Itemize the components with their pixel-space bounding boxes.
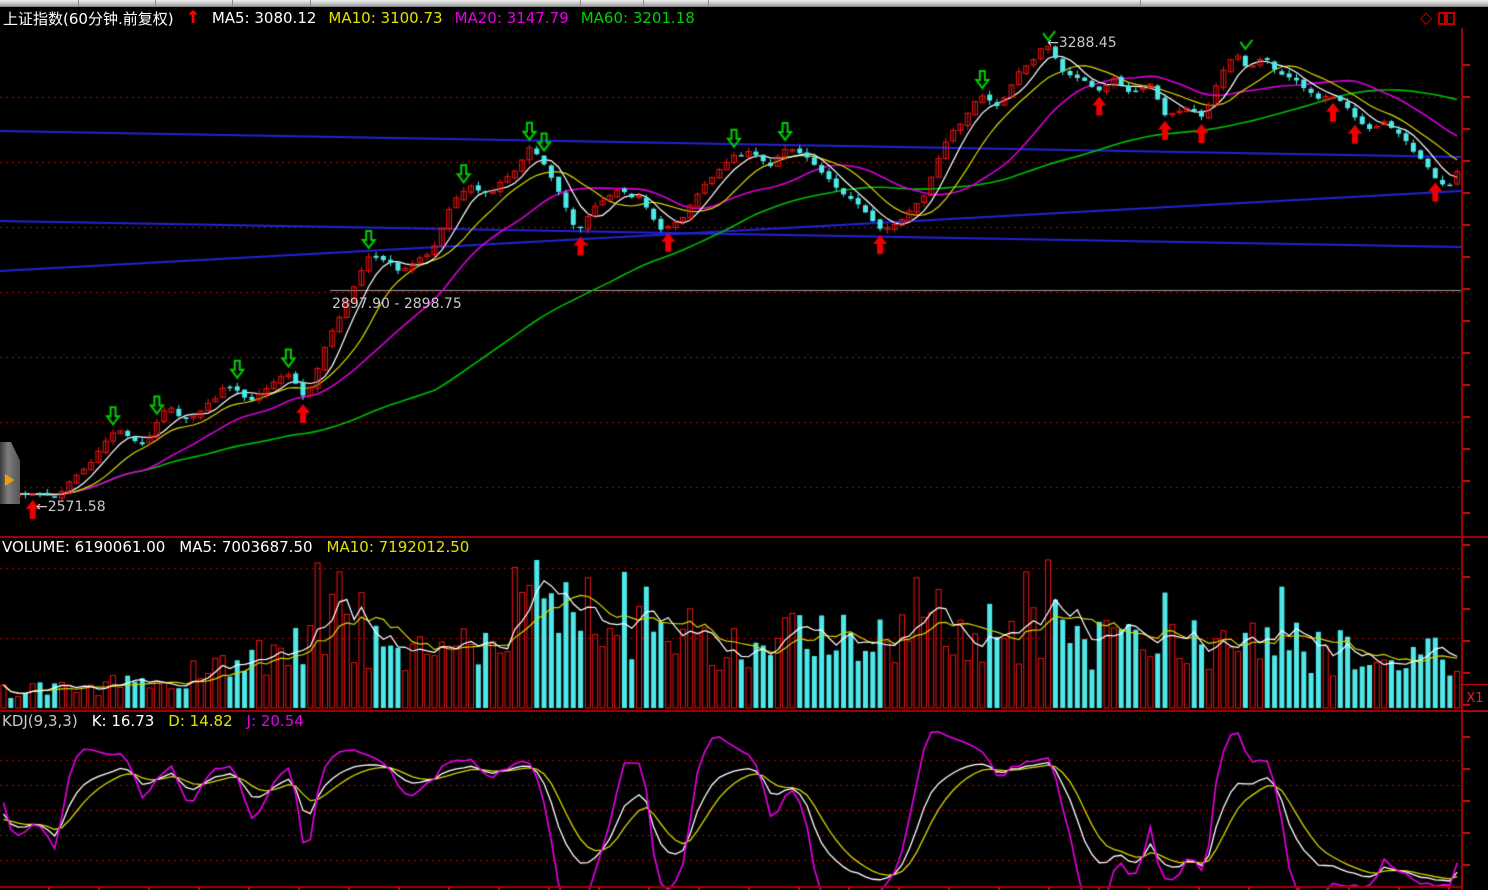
ma5-readout: MA5: 3080.12 (212, 9, 317, 27)
strip-divider (232, 0, 233, 7)
kdj-d-readout: D: 14.82 (168, 712, 232, 730)
strip-divider (78, 0, 79, 7)
strip-divider (708, 0, 709, 7)
strip-divider (155, 0, 156, 7)
buy-signal-arrow-icon: ↑ (186, 11, 200, 25)
strip-divider (1140, 0, 1141, 7)
kdj-chart-canvas[interactable] (0, 712, 1461, 890)
volume-readout: VOLUME: 6190061.00 (2, 538, 165, 556)
kdj-j-readout: J: 20.54 (247, 712, 304, 730)
kdj-k-readout: K: 16.73 (92, 712, 155, 730)
high-price-label: ←3288.45 (1047, 35, 1117, 51)
window-controls: ◇ (1420, 8, 1455, 28)
instrument-title: 上证指数(60分钟.前复权) (3, 8, 174, 29)
main-price-chart-canvas[interactable] (0, 28, 1461, 536)
split-view-icon[interactable] (1438, 11, 1455, 26)
volume-pane-header: VOLUME: 6190061.00 MA5: 7003687.50 MA10:… (2, 538, 469, 556)
strip-divider (580, 0, 581, 7)
volume-scale-badge[interactable]: X1 (1461, 684, 1488, 712)
toolbar-bottom-strip (0, 0, 1488, 7)
diamond-icon[interactable]: ◇ (1420, 10, 1432, 26)
ma20-readout: MA20: 3147.79 (455, 9, 569, 27)
chart-title-bar: 上证指数(60分钟.前复权) ↑ MA5: 3080.12 MA10: 3100… (0, 7, 1488, 29)
low-price-label: ←2571.58 (36, 499, 106, 515)
volume-chart-canvas[interactable] (0, 538, 1461, 710)
strip-divider (643, 0, 644, 7)
price-axis-ticks (1463, 34, 1470, 884)
ma60-readout: MA60: 3201.18 (581, 9, 695, 27)
strip-divider (310, 0, 311, 7)
trading-app-window: 上证指数(60分钟.前复权) ↑ MA5: 3080.12 MA10: 3100… (0, 0, 1488, 890)
volume-ma10-readout: MA10: 7192012.50 (327, 538, 470, 556)
volume-ma5-readout: MA5: 7003687.50 (179, 538, 312, 556)
kdj-pane-header: KDJ(9,3,3) K: 16.73 D: 14.82 J: 20.54 (2, 712, 304, 730)
kdj-indicator-name: KDJ(9,3,3) (2, 712, 78, 730)
ma10-readout: MA10: 3100.73 (328, 9, 442, 27)
expand-arrow-icon (5, 474, 14, 486)
gap-range-label: 2897.90 - 2898.75 (332, 296, 462, 312)
